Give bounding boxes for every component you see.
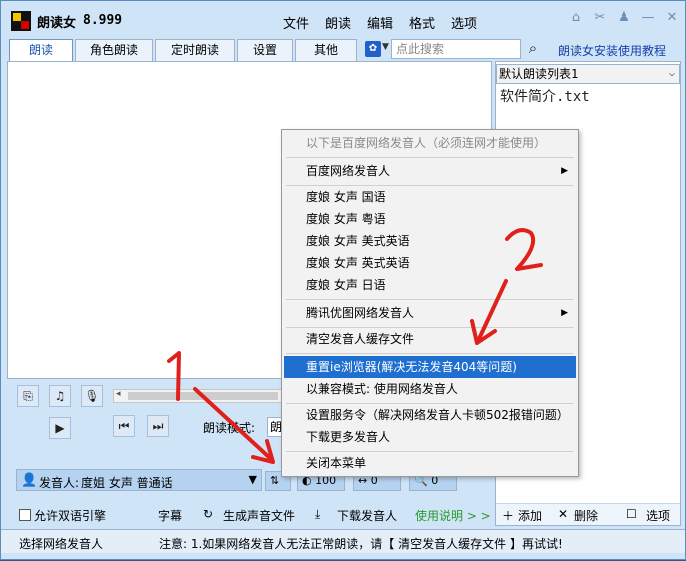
app-window: 朗读女 8.999 文件 朗读 编辑 格式 选项 ⌂ ✂ ♟ — ✕ 朗读 角色… (0, 0, 686, 560)
annotation-number-one (167, 351, 181, 401)
annotation-arrow-one (193, 387, 273, 461)
annotation-number-two (505, 228, 543, 271)
annotation-overlay (167, 228, 543, 464)
